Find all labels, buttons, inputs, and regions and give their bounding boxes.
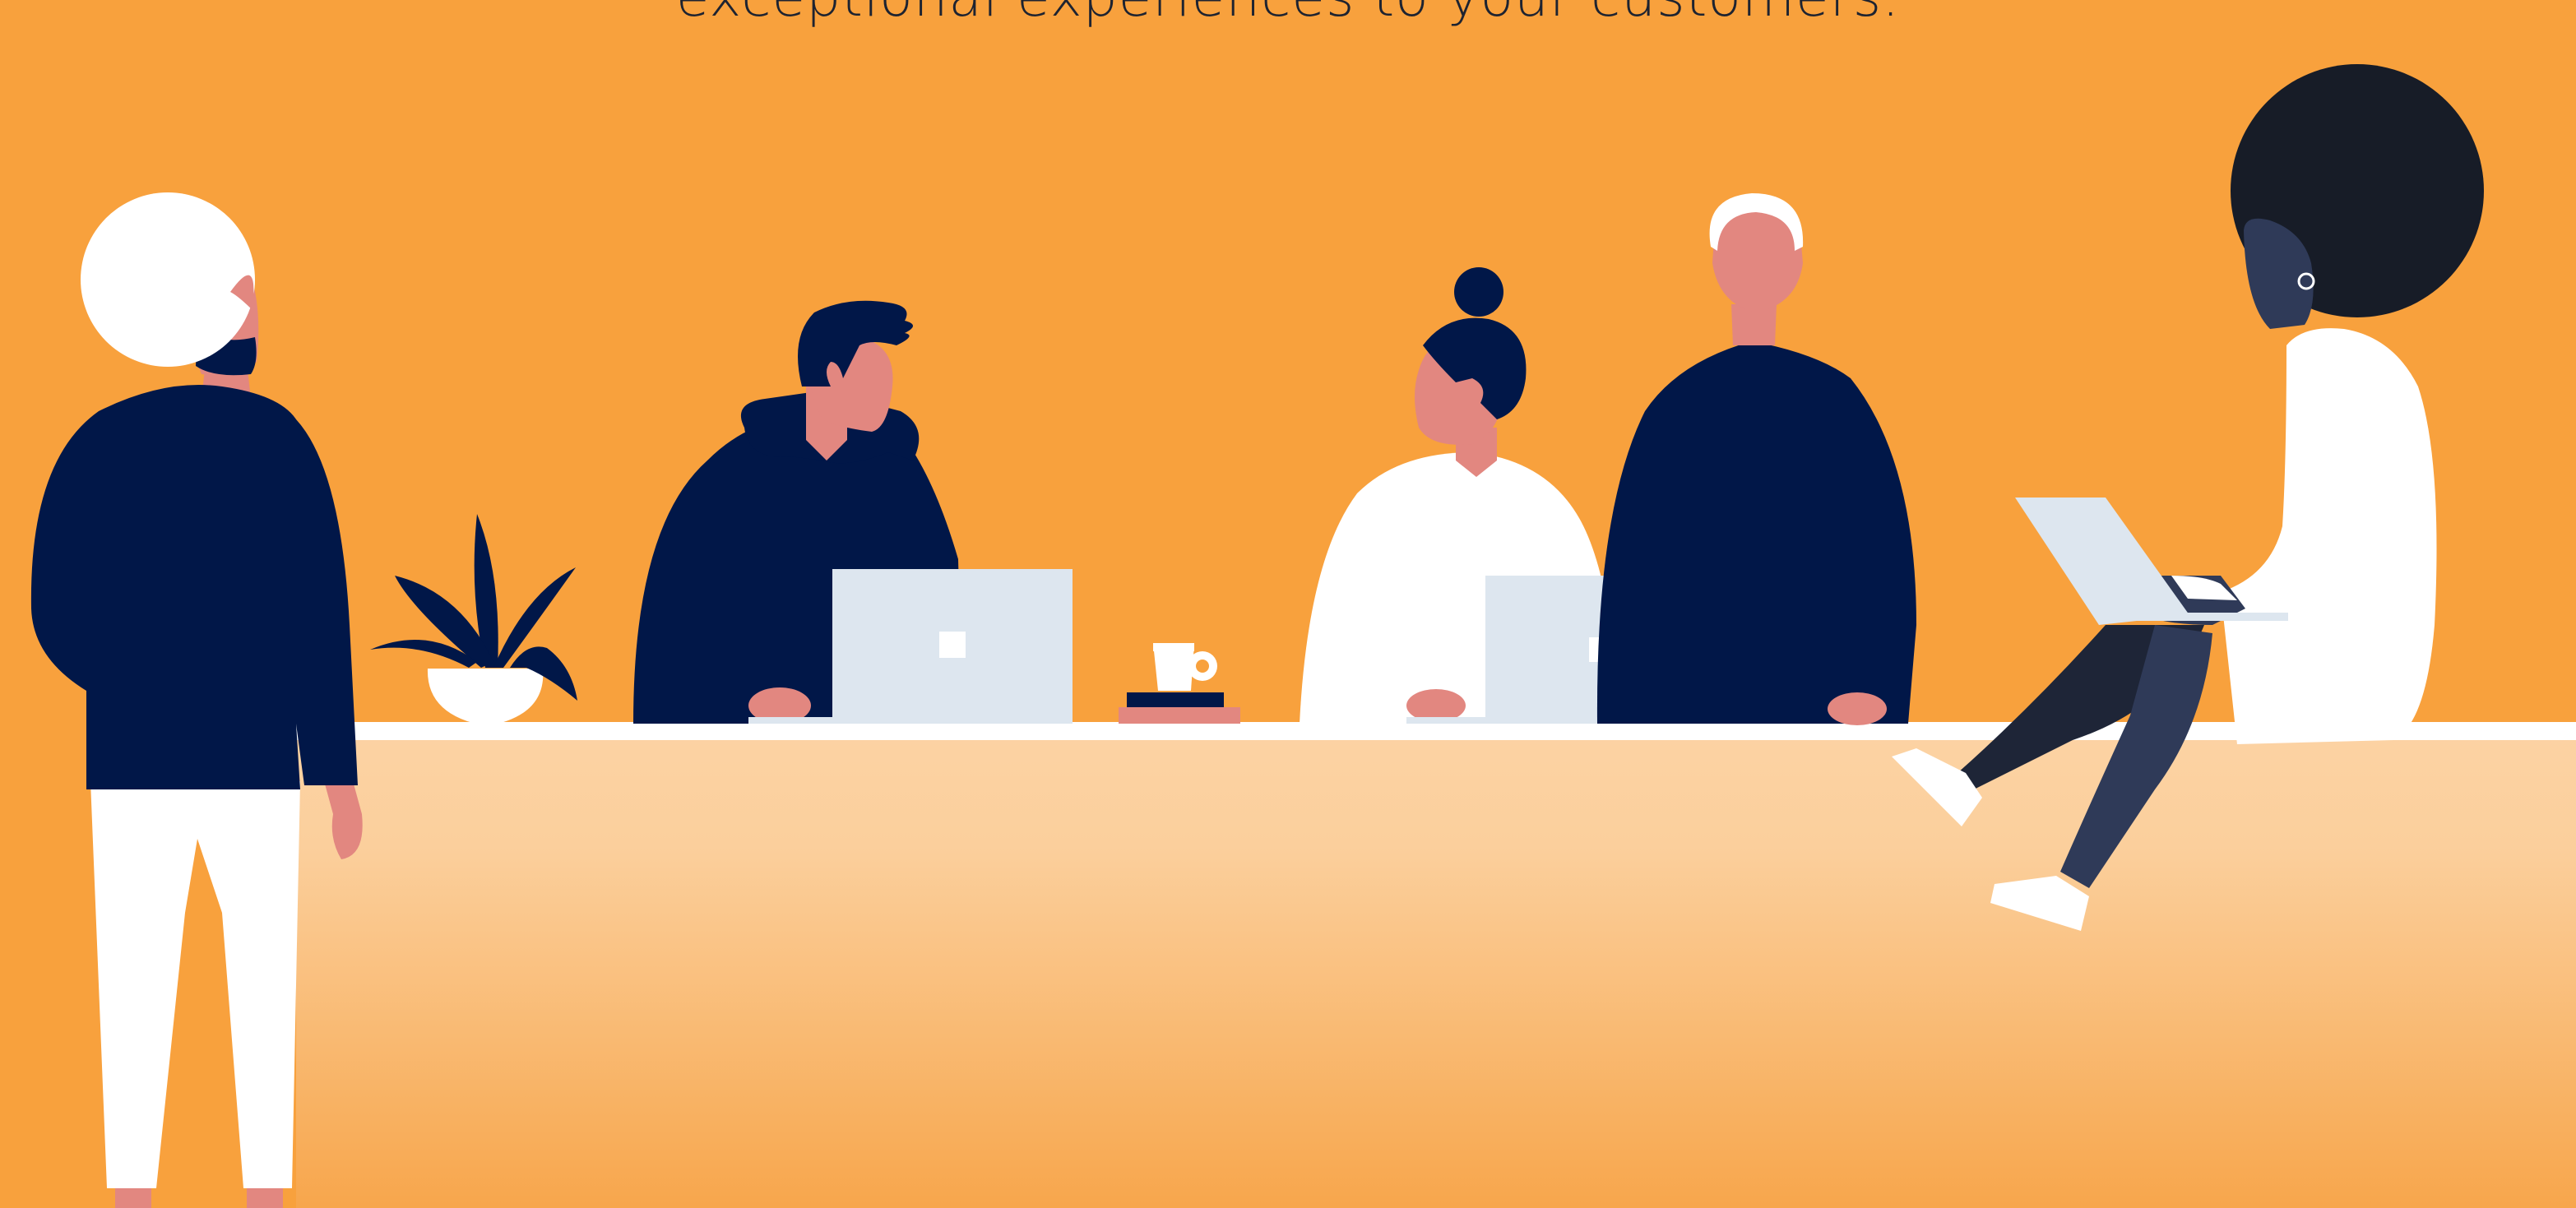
coffee-cup-icon bbox=[1119, 643, 1240, 724]
counter bbox=[296, 722, 2576, 1208]
plant-icon bbox=[370, 514, 577, 726]
team-illustration bbox=[30, 64, 2576, 1208]
person-bald-icon bbox=[1596, 193, 1916, 725]
